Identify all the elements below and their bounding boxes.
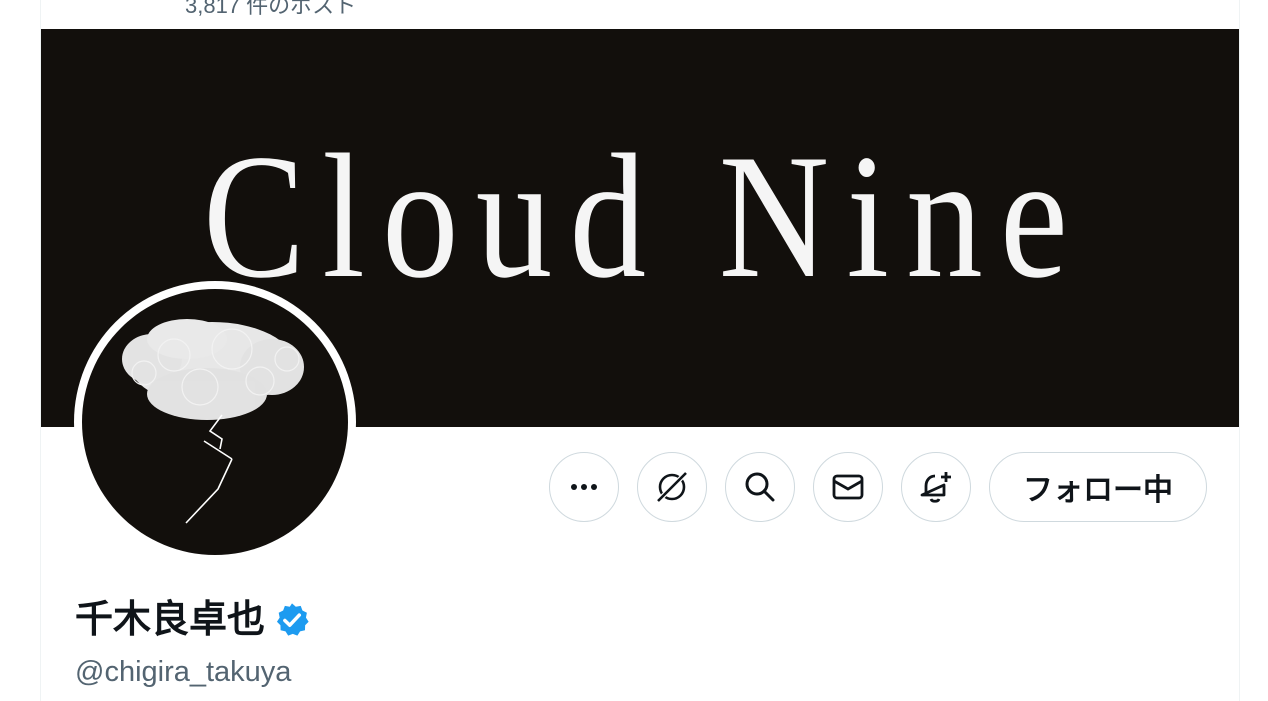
more-dots-icon [571, 484, 597, 490]
profile-column: 3,817 件のポスト Cloud Nine フォロー中 千木良卓也 @chig… [40, 0, 1240, 701]
post-count: 3,817 件のポスト [185, 0, 357, 18]
cloud-scribble-icon [122, 319, 304, 524]
grok-icon [656, 471, 688, 503]
verified-badge-icon[interactable] [273, 601, 311, 639]
message-button[interactable] [813, 452, 883, 522]
handle: @chigira_takuya [75, 656, 292, 688]
more-button[interactable] [549, 452, 619, 522]
name-row: 千木良卓也 [75, 596, 311, 644]
bell-plus-icon [920, 472, 951, 503]
search-button[interactable] [725, 452, 795, 522]
grok-button[interactable] [637, 452, 707, 522]
avatar[interactable] [74, 281, 356, 563]
envelope-icon [832, 474, 864, 500]
avatar-image [82, 289, 348, 555]
search-icon [745, 472, 775, 502]
display-name: 千木良卓也 [75, 599, 266, 641]
banner-text: Cloud Nine [203, 117, 1086, 315]
following-button[interactable]: フォロー中 [989, 452, 1207, 522]
notify-button[interactable] [901, 452, 971, 522]
